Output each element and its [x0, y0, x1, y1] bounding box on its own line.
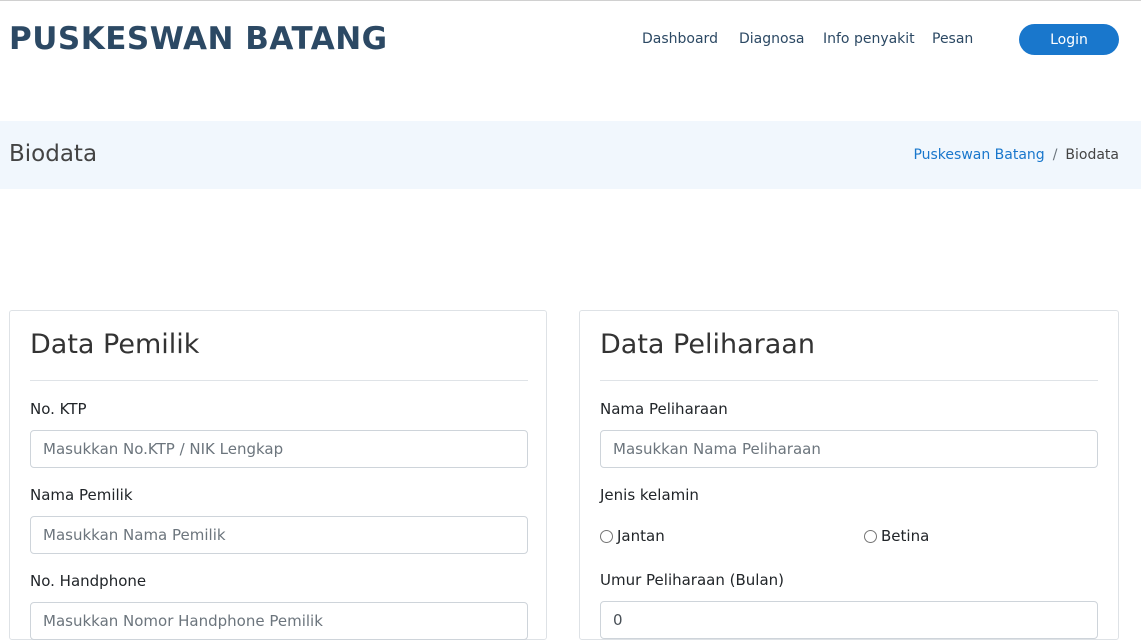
- phone-input[interactable]: [30, 602, 528, 640]
- owner-card-divider: [30, 380, 528, 381]
- ktp-input[interactable]: [30, 430, 528, 468]
- ktp-label: No. KTP: [30, 400, 87, 418]
- pet-name-label: Nama Peliharaan: [600, 400, 728, 418]
- pet-age-label: Umur Peliharaan (Bulan): [600, 571, 784, 589]
- owner-name-label: Nama Pemilik: [30, 486, 133, 504]
- gender-label: Jenis kelamin: [600, 486, 699, 504]
- gender-jantan-label: Jantan: [617, 527, 665, 545]
- pet-card-title: Data Peliharaan: [600, 329, 815, 360]
- site-logo[interactable]: PUSKESWAN BATANG: [9, 21, 388, 57]
- owner-card: Data Pemilik No. KTP Nama Pemilik No. Ha…: [9, 310, 547, 640]
- gender-radio-betina[interactable]: [864, 529, 877, 543]
- gender-option-jantan[interactable]: Jantan: [600, 527, 665, 545]
- nav-info-penyakit[interactable]: Info penyakit: [823, 31, 915, 47]
- gender-option-betina[interactable]: Betina: [864, 527, 929, 545]
- owner-card-title: Data Pemilik: [30, 329, 200, 360]
- login-button[interactable]: Login: [1019, 24, 1119, 55]
- breadcrumb-bar: Biodata Puskeswan Batang / Biodata: [0, 121, 1141, 189]
- gender-radio-jantan[interactable]: [600, 529, 613, 543]
- breadcrumb-separator: /: [1052, 147, 1058, 163]
- pet-age-input[interactable]: [600, 601, 1098, 639]
- site-header: PUSKESWAN BATANG Dashboard Diagnosa Info…: [0, 1, 1141, 81]
- pet-card-divider: [600, 380, 1098, 381]
- gender-betina-label: Betina: [881, 527, 930, 545]
- pet-name-input[interactable]: [600, 430, 1098, 468]
- nav-diagnosa[interactable]: Diagnosa: [739, 31, 804, 47]
- breadcrumb-current: Biodata: [1065, 147, 1119, 163]
- breadcrumb: Puskeswan Batang / Biodata: [913, 147, 1119, 163]
- nav-dashboard[interactable]: Dashboard: [642, 31, 718, 47]
- owner-name-input[interactable]: [30, 516, 528, 554]
- nav-pesan[interactable]: Pesan: [932, 31, 973, 47]
- phone-label: No. Handphone: [30, 572, 147, 590]
- page-title: Biodata: [9, 141, 98, 167]
- pet-card: Data Peliharaan Nama Peliharaan Jenis ke…: [579, 310, 1119, 640]
- breadcrumb-home-link[interactable]: Puskeswan Batang: [913, 147, 1044, 163]
